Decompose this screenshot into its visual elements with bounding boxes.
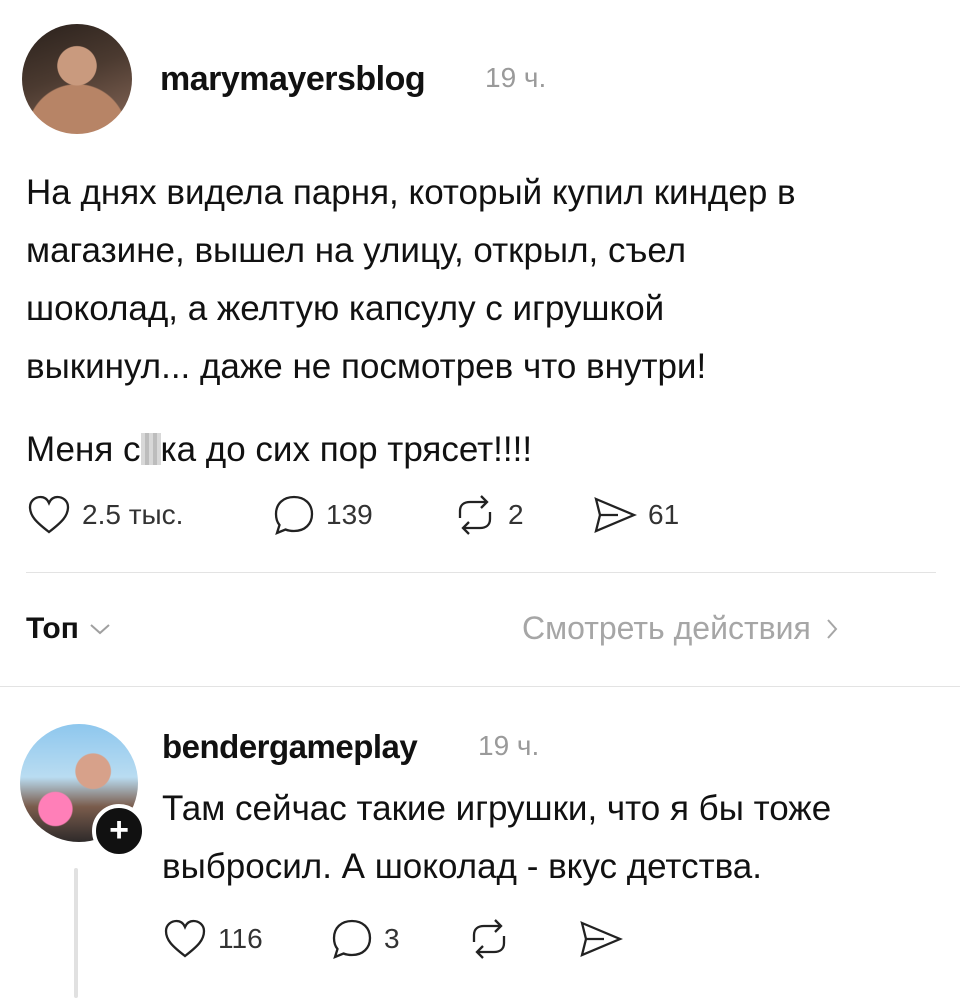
share-button[interactable]: 61 xyxy=(592,494,679,536)
reply-text: Там сейчас такие игрушки, что я бы тоже … xyxy=(162,780,942,896)
post-line: магазине, вышел на улицу, открыл, съел xyxy=(26,231,687,270)
repost-icon xyxy=(472,919,506,959)
post-line-part: ка до сих пор трясет!!!! xyxy=(160,430,533,469)
share-icon xyxy=(580,921,623,957)
post-line-part: Меня с xyxy=(26,430,141,469)
post-author-username[interactable]: marymayersblog xyxy=(160,60,426,99)
share-icon xyxy=(594,497,637,533)
post-line: шоколад, а желтую капсулу с игрушкой xyxy=(26,289,665,328)
heart-icon xyxy=(28,495,70,534)
comment-button[interactable]: 139 xyxy=(272,494,373,536)
view-activity-label: Смотреть действия xyxy=(522,610,811,646)
follow-button[interactable]: + xyxy=(92,804,146,858)
divider xyxy=(26,572,936,573)
thread-line xyxy=(74,868,78,998)
divider xyxy=(0,686,960,687)
like-count: 2.5 тыс. xyxy=(82,499,184,530)
repost-icon xyxy=(458,495,492,535)
reply-like-count: 116 xyxy=(218,923,263,954)
plus-icon: + xyxy=(109,811,129,849)
like-button[interactable]: 2.5 тыс. xyxy=(26,494,183,536)
reply-comment-button[interactable]: 3 xyxy=(330,918,400,960)
chevron-right-icon xyxy=(827,618,838,639)
repost-count: 2 xyxy=(508,499,524,530)
censored-blur xyxy=(140,433,161,465)
reply-line: Там сейчас такие игрушки, что я бы тоже xyxy=(162,789,832,828)
repost-button[interactable]: 2 xyxy=(452,494,524,536)
heart-icon xyxy=(164,919,206,958)
post-line-censored: Меня с ка до сих пор трясет!!!! xyxy=(26,421,936,479)
post-author-avatar[interactable] xyxy=(22,24,132,134)
share-count: 61 xyxy=(648,499,680,530)
reply-share-button[interactable] xyxy=(578,918,624,960)
post-timestamp: 19 ч. xyxy=(485,62,547,93)
reply-timestamp: 19 ч. xyxy=(478,730,540,761)
sort-label: Топ xyxy=(26,612,79,645)
reply-comment-count: 3 xyxy=(384,923,400,954)
chevron-down-icon xyxy=(90,624,110,635)
reply-repost-button[interactable] xyxy=(466,918,512,960)
post-line: На днях видела парня, который купил кинд… xyxy=(26,173,796,212)
comment-icon xyxy=(274,495,314,535)
view-activity-link[interactable]: Смотреть действия xyxy=(522,610,839,647)
comment-icon xyxy=(332,919,372,959)
comment-count: 139 xyxy=(326,499,373,530)
sort-dropdown[interactable]: Топ xyxy=(26,612,111,646)
post-line: выкинул... даже не посмотрев что внутри! xyxy=(26,347,707,386)
reply-like-button[interactable]: 116 xyxy=(162,918,263,960)
post-text: На днях видела парня, который купил кинд… xyxy=(26,164,936,479)
reply-line: выбросил. А шоколад - вкус детства. xyxy=(162,847,762,886)
reply-author-username[interactable]: bendergameplay xyxy=(162,728,418,766)
